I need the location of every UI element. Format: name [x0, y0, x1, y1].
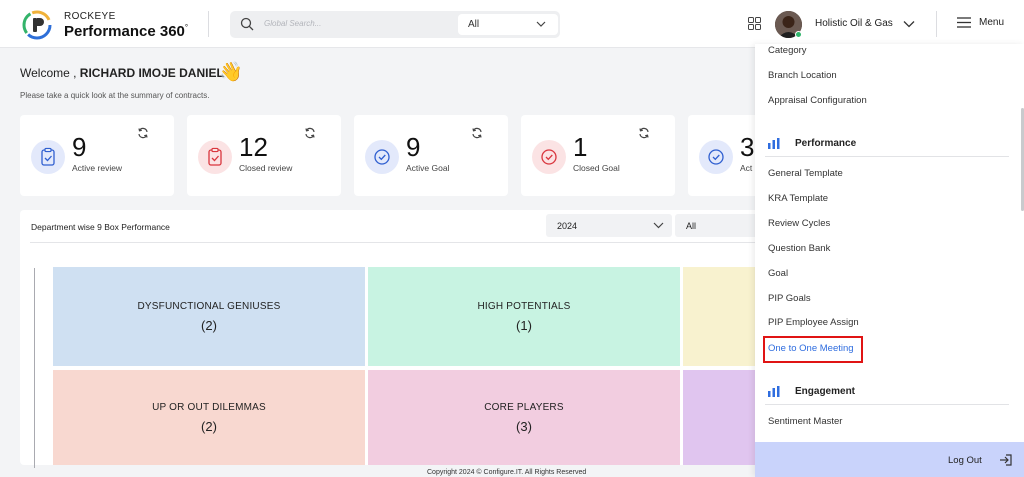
menu-item-kra-template[interactable]: KRA Template [768, 193, 828, 204]
check-circle-icon [532, 140, 566, 174]
stat-label: Active review [72, 163, 123, 173]
menu-item-appraisal-configuration[interactable]: Appraisal Configuration [768, 95, 867, 106]
search-input[interactable]: Global Search... [264, 19, 321, 28]
navigation-menu-panel: Category Branch Location Appraisal Confi… [755, 44, 1024, 477]
y-axis-line [34, 268, 35, 468]
ninebox-cell-count: (2) [201, 418, 217, 434]
menu-button[interactable]: Menu [957, 17, 1004, 28]
search-icon [240, 17, 254, 31]
menu-item-pip-employee-assign[interactable]: PIP Employee Assign [768, 317, 859, 328]
menu-item-branch-location[interactable]: Branch Location [768, 70, 837, 81]
menu-item-review-cycles[interactable]: Review Cycles [768, 218, 830, 229]
ninebox-cell[interactable]: CORE PLAYERS (3) [368, 370, 680, 465]
user-name: RICHARD IMOJE DANIEL [79, 66, 224, 80]
stat-card-active-review[interactable]: 9 Active review [20, 115, 174, 196]
menu-item-goal[interactable]: Goal [768, 268, 788, 279]
menu-label: Menu [979, 17, 1005, 28]
stat-value: 9 [406, 132, 421, 162]
refresh-icon[interactable] [471, 127, 483, 139]
logout-icon [1000, 454, 1012, 466]
clipboard-check-icon [198, 140, 232, 174]
ninebox-cell-title: HIGH POTENTIALS [477, 300, 571, 312]
chevron-down-icon [536, 21, 546, 27]
logo-degree: ° [184, 22, 189, 32]
bar-chart-icon [768, 138, 780, 149]
department-filter-value: All [686, 221, 697, 231]
hamburger-icon [957, 17, 971, 28]
copyright-text: Copyright 2024 © Configure.IT. All Right… [427, 469, 587, 476]
top-header: ROCKEYE Performance 360° Global Search..… [0, 0, 1024, 48]
ninebox-cell-title: DYSFUNCTIONAL GENIUSES [137, 300, 281, 312]
ninebox-cell-count: (3) [516, 418, 532, 434]
panel-divider [30, 242, 770, 243]
stat-value: 3 [740, 132, 755, 162]
clipboard-check-icon [31, 140, 65, 174]
waving-hand-icon: 👋 [219, 62, 243, 83]
menu-item-general-template[interactable]: General Template [768, 168, 843, 179]
apps-grid-icon[interactable] [748, 17, 761, 30]
nine-box-panel: Department wise 9 Box Performance 2024 A… [20, 210, 780, 468]
menu-section-label: Performance [795, 138, 857, 149]
menu-section-performance[interactable]: Performance [768, 138, 856, 149]
search-scope-select[interactable]: All [458, 14, 558, 35]
logo-product-name: Performance 360° [64, 22, 189, 40]
welcome-prefix: Welcome , [20, 66, 80, 80]
logo-product-text: Performance 360 [64, 22, 185, 40]
stat-card-closed-goal[interactable]: 1 Closed Goal [521, 115, 675, 196]
stat-value: 1 [573, 132, 588, 162]
ninebox-cell[interactable]: UP OR OUT DILEMMAS (2) [53, 370, 365, 465]
welcome-heading: Welcome , RICHARD IMOJE DANIEL [20, 66, 224, 80]
year-value: 2024 [557, 221, 578, 231]
global-search[interactable]: Global Search... All [230, 11, 560, 38]
ninebox-cell-title: CORE PLAYERS [484, 401, 564, 413]
logout-bar[interactable]: Log Out [755, 442, 1024, 477]
refresh-icon[interactable] [304, 127, 316, 139]
ninebox-cell-title: UP OR OUT DILEMMAS [152, 401, 266, 413]
organization-name[interactable]: Holistic Oil & Gas [815, 18, 893, 29]
ninebox-cell-count: (1) [516, 317, 532, 333]
search-scope-value: All [468, 19, 480, 30]
check-circle-icon [699, 140, 733, 174]
online-status-dot [795, 31, 802, 38]
bar-chart-icon [768, 386, 780, 397]
panel-title: Department wise 9 Box Performance [31, 222, 170, 232]
menu-item-pip-goals[interactable]: PIP Goals [768, 293, 811, 304]
menu-item-sentiment-master[interactable]: Sentiment Master [768, 416, 842, 427]
logout-label: Log Out [948, 455, 982, 466]
header-divider [936, 11, 937, 37]
menu-item-question-bank[interactable]: Question Bank [768, 243, 830, 254]
stat-value: 12 [239, 132, 268, 162]
welcome-subtitle: Please take a quick look at the summary … [20, 91, 210, 100]
menu-section-label: Engagement [795, 386, 856, 397]
check-circle-icon [365, 140, 399, 174]
header-divider [208, 11, 209, 37]
stat-card-closed-review[interactable]: 12 Closed review [187, 115, 341, 196]
menu-item-one-to-one-meeting[interactable]: One to One Meeting [768, 343, 854, 354]
logo-top-text: ROCKEYE [64, 10, 116, 22]
stat-value: 9 [72, 132, 87, 162]
refresh-icon[interactable] [638, 127, 650, 139]
chevron-down-icon[interactable] [903, 20, 915, 28]
logo-mark-icon [22, 10, 52, 40]
menu-divider [765, 404, 1009, 405]
stat-label: Act [740, 163, 753, 173]
year-select[interactable]: 2024 [546, 214, 672, 237]
app-logo[interactable]: ROCKEYE Performance 360° [22, 10, 188, 40]
menu-divider [765, 156, 1009, 157]
ninebox-cell-count: (2) [201, 317, 217, 333]
chevron-down-icon [653, 222, 664, 229]
menu-section-engagement[interactable]: Engagement [768, 386, 855, 397]
refresh-icon[interactable] [137, 127, 149, 139]
stat-label: Closed Goal [573, 163, 620, 173]
menu-item-category[interactable]: Category [768, 45, 807, 56]
stat-label: Active Goal [406, 163, 450, 173]
stat-card-active-goal[interactable]: 9 Active Goal [354, 115, 508, 196]
stat-label: Closed review [239, 163, 293, 173]
ninebox-cell[interactable]: DYSFUNCTIONAL GENIUSES (2) [53, 267, 365, 366]
ninebox-cell[interactable]: HIGH POTENTIALS (1) [368, 267, 680, 366]
